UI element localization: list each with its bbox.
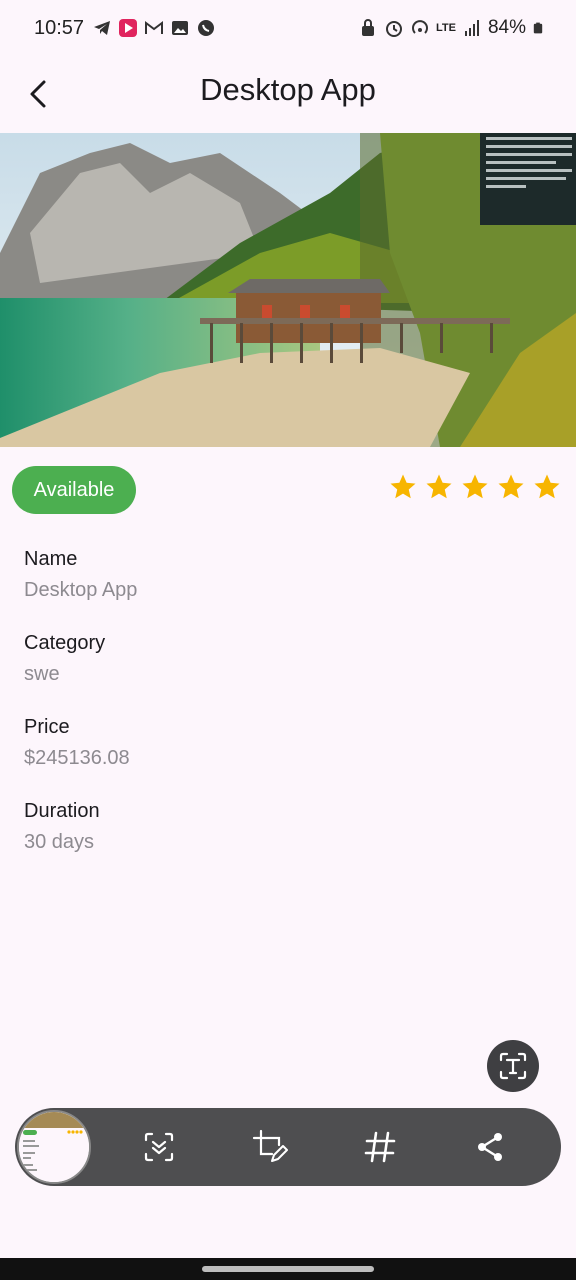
navigation-bar — [0, 1258, 576, 1280]
alarm-icon — [386, 21, 402, 37]
lock-icon — [362, 19, 374, 36]
whatsapp-icon — [198, 20, 214, 36]
signal-icon — [464, 20, 479, 36]
gallery-icon — [172, 21, 188, 35]
gmail-icon — [145, 21, 163, 34]
hotspot-icon — [412, 20, 428, 34]
screenshot-toolbar — [15, 1108, 561, 1186]
duration-field: Duration 30 days — [24, 797, 100, 855]
telegram-icon — [94, 21, 110, 35]
hashtag-icon — [364, 1131, 396, 1163]
price-field: Price $245136.08 — [24, 713, 130, 771]
star-icon — [390, 474, 416, 499]
text-extract-icon — [499, 1052, 527, 1080]
star-rating — [388, 472, 562, 502]
field-label: Name — [24, 548, 78, 570]
system-status: LTE 84% — [358, 17, 544, 39]
battery-percent: 84% — [487, 17, 526, 38]
video-app-icon — [119, 19, 137, 37]
page-title: Desktop App — [200, 72, 376, 107]
notification-icons — [92, 18, 216, 38]
hashtag-button[interactable] — [360, 1127, 400, 1167]
star-icon — [534, 474, 560, 499]
status-time: 10:57 — [34, 17, 85, 39]
crop-edit-icon — [252, 1129, 288, 1162]
app-bar: Desktop App — [0, 58, 576, 133]
name-field: Name Desktop App — [24, 545, 137, 603]
status-badge: Available — [12, 466, 136, 514]
field-label: Price — [24, 716, 70, 738]
field-value: $245136.08 — [24, 747, 130, 769]
share-icon — [478, 1133, 502, 1161]
network-type: LTE — [436, 21, 456, 34]
scroll-capture-button[interactable] — [139, 1127, 179, 1167]
battery-icon — [533, 22, 543, 34]
field-value: Desktop App — [24, 579, 138, 601]
home-handle[interactable] — [202, 1266, 374, 1272]
status-bar: 10:57 LTE 84% — [0, 0, 576, 58]
star-icon — [462, 474, 488, 499]
star-icon — [498, 474, 524, 499]
star-icon — [426, 474, 452, 499]
field-label: Duration — [24, 800, 100, 822]
field-value: 30 days — [24, 831, 95, 853]
screenshot-thumbnail[interactable] — [17, 1110, 91, 1184]
extract-text-button[interactable] — [487, 1040, 539, 1092]
scroll-capture-icon — [144, 1132, 174, 1162]
crop-edit-button[interactable] — [250, 1127, 290, 1167]
field-value: swe — [24, 663, 60, 685]
product-image — [0, 133, 576, 447]
field-label: Category — [24, 632, 106, 654]
category-field: Category swe — [24, 629, 105, 687]
share-button[interactable] — [470, 1127, 510, 1167]
